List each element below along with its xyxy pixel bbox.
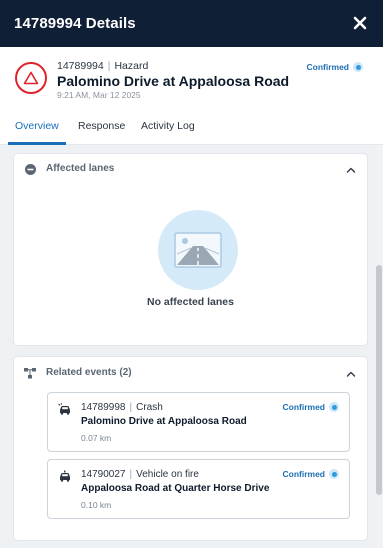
incident-id: 14789994	[57, 60, 104, 72]
event-road: Appaloosa Road at Quarter Horse Drive	[81, 483, 270, 494]
details-title-bar: 14789994 Details	[0, 0, 383, 47]
scrollbar-thumb[interactable]	[376, 265, 382, 495]
overview-content[interactable]: Affected lanes No affected lanes Related…	[0, 145, 375, 548]
details-title: 14789994 Details	[14, 15, 136, 32]
chevron-up-icon[interactable]	[345, 163, 357, 175]
tab-overview[interactable]: Overview	[15, 120, 59, 132]
affected-lanes-card: Affected lanes No affected lanes	[14, 154, 367, 345]
status-dot-icon	[353, 62, 363, 72]
affected-lanes-title: Affected lanes	[46, 163, 115, 174]
related-event-item[interactable]: 14790027 | Vehicle on fire Appaloosa Road …	[47, 459, 350, 519]
tab-activity-log[interactable]: Activity Log	[141, 120, 195, 132]
incident-type: Hazard	[114, 60, 149, 72]
event-id-type: 14790027 | Vehicle on fire	[81, 469, 199, 480]
status-dot-icon	[329, 402, 339, 412]
status-label: Confirmed	[282, 402, 326, 412]
minus-circle-icon	[24, 163, 36, 175]
event-distance: 0.10 km	[81, 500, 112, 510]
tab-response[interactable]: Response	[78, 120, 125, 132]
incident-summary: 14789994 | Hazard Palomino Drive at Appalo…	[0, 47, 383, 111]
event-id-type: 14789998 | Crash	[81, 402, 163, 413]
status-label: Confirmed	[282, 469, 326, 479]
event-distance: 0.07 km	[81, 433, 112, 443]
incident-id-type: 14789994 | Hazard	[57, 60, 148, 72]
close-icon[interactable]	[349, 12, 371, 34]
event-id: 14789998	[81, 402, 126, 413]
event-road: Palomino Drive at Appaloosa Road	[81, 416, 247, 427]
event-id: 14790027	[81, 469, 126, 480]
separator: |	[129, 469, 133, 480]
car-fire-icon	[58, 469, 72, 482]
empty-lanes-message: No affected lanes	[147, 296, 234, 308]
incident-road: Palomino Drive at Appaloosa Road	[57, 73, 290, 89]
status-label: Confirmed	[306, 62, 350, 72]
related-events-title: Related events (2)	[46, 367, 132, 378]
car-crash-icon	[58, 402, 72, 415]
incident-time: 9:21 AM, Mar 12 2025	[57, 90, 141, 100]
content-scrollbar[interactable]	[375, 145, 383, 548]
tab-bar: Overview Response Activity Log	[0, 111, 383, 145]
status-badge: Confirmed	[306, 62, 363, 72]
status-badge: Confirmed	[282, 402, 339, 412]
related-event-item[interactable]: 14789998 | Crash Palomino Drive at Appaloo…	[47, 392, 350, 452]
event-type: Crash	[136, 402, 163, 413]
affected-lanes-header[interactable]: Affected lanes	[14, 154, 367, 184]
status-badge: Confirmed	[282, 469, 339, 479]
chevron-up-icon[interactable]	[345, 367, 357, 379]
related-events-header[interactable]: Related events (2)	[14, 357, 367, 387]
status-dot-icon	[329, 469, 339, 479]
separator: |	[107, 60, 111, 72]
related-events-card: Related events (2) 14789998 | Crash Palomi…	[14, 357, 367, 540]
event-tree-icon	[24, 367, 36, 379]
hazard-triangle-icon	[15, 62, 47, 94]
event-type: Vehicle on fire	[136, 469, 199, 480]
empty-lanes-illustration	[158, 210, 238, 290]
separator: |	[129, 402, 133, 413]
